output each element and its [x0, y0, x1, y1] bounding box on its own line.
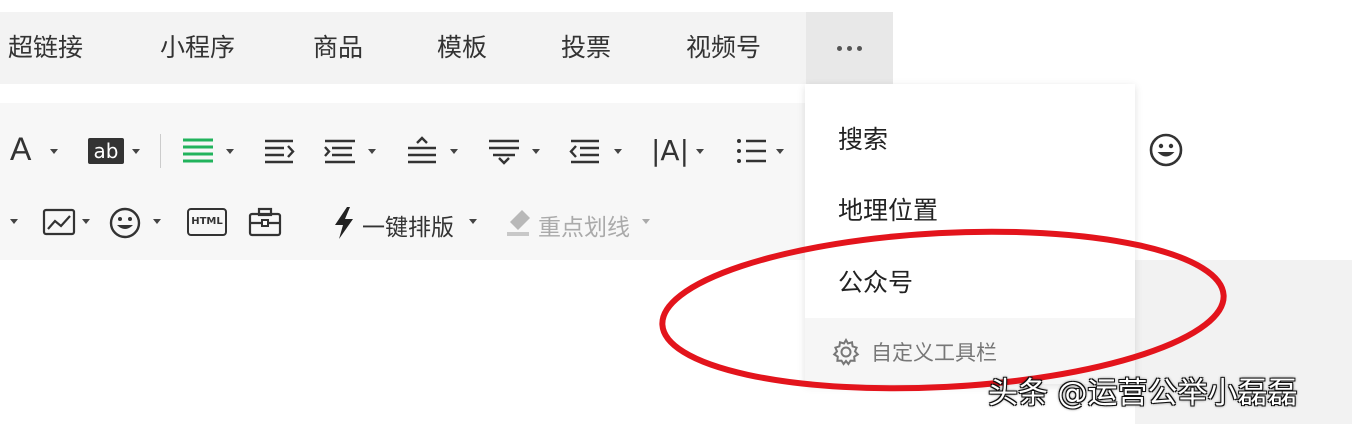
highlighter-icon [507, 210, 530, 236]
watermark: 头条 @运营公举小磊磊 [988, 376, 1298, 411]
chevron-down-icon[interactable] [226, 149, 234, 154]
chevron-down-icon[interactable] [776, 149, 784, 154]
customize-toolbar-label: 自定义工具栏 [871, 341, 997, 365]
chart-icon[interactable] [42, 207, 76, 237]
lightning-icon[interactable] [332, 206, 356, 240]
align-justify-icon[interactable] [180, 136, 216, 166]
paragraph-spacing-icon[interactable] [322, 136, 358, 166]
outdent-icon[interactable] [568, 136, 604, 166]
indent-icon[interactable] [262, 136, 298, 166]
chevron-down-icon[interactable] [614, 149, 622, 154]
highlight-color-icon[interactable]: ab [88, 138, 124, 164]
vote-tab[interactable]: 投票 [561, 12, 611, 84]
chevron-down-icon[interactable] [642, 219, 650, 224]
divider [160, 134, 161, 168]
chevron-down-icon[interactable] [153, 219, 161, 224]
chevron-down-icon[interactable] [10, 219, 18, 224]
hyperlink-tab[interactable]: 超链接 [8, 12, 83, 84]
more-icon-dot [857, 46, 862, 51]
chevron-down-icon[interactable] [450, 149, 458, 154]
chevron-down-icon[interactable] [532, 149, 540, 154]
line-height-icon[interactable] [404, 136, 440, 166]
more-button[interactable] [806, 12, 893, 84]
text-align-icon[interactable]: |A| [651, 134, 689, 167]
letter-spacing-icon[interactable] [486, 136, 522, 166]
more-icon-dot [847, 46, 852, 51]
chevron-down-icon[interactable] [368, 149, 376, 154]
chevron-down-icon[interactable] [469, 219, 477, 224]
chevron-down-icon[interactable] [696, 149, 704, 154]
chevron-down-icon[interactable] [82, 219, 90, 224]
mini-program-tab[interactable]: 小程序 [160, 12, 235, 84]
highlight-line-button[interactable]: 重点划线 [538, 208, 630, 242]
chevron-down-icon[interactable] [50, 149, 58, 154]
menu-item-location[interactable]: 地理位置 [838, 191, 938, 227]
video-channel-tab[interactable]: 视频号 [686, 12, 761, 84]
emoji-icon[interactable] [108, 206, 142, 240]
html-icon[interactable]: HTML [187, 208, 227, 236]
toolbox-icon[interactable] [248, 206, 282, 238]
product-tab[interactable]: 商品 [313, 12, 363, 84]
bullet-list-icon[interactable] [734, 136, 770, 166]
menu-item-search[interactable]: 搜索 [838, 120, 888, 156]
menu-item-official-account[interactable]: 公众号 [838, 263, 913, 299]
chevron-down-icon[interactable] [132, 149, 140, 154]
one-click-layout-button[interactable]: 一键排版 [362, 208, 454, 242]
emoji-icon[interactable] [1148, 132, 1184, 168]
more-dropdown-menu: 搜索 地理位置 公众号 自定义工具栏 [805, 84, 1135, 384]
more-icon [837, 46, 842, 51]
template-tab[interactable]: 模板 [437, 12, 487, 84]
insert-toolbar: 超链接 小程序 商品 模板 投票 视频号 [0, 12, 893, 84]
gear-icon [832, 338, 860, 366]
font-color-icon[interactable]: A [10, 131, 31, 168]
